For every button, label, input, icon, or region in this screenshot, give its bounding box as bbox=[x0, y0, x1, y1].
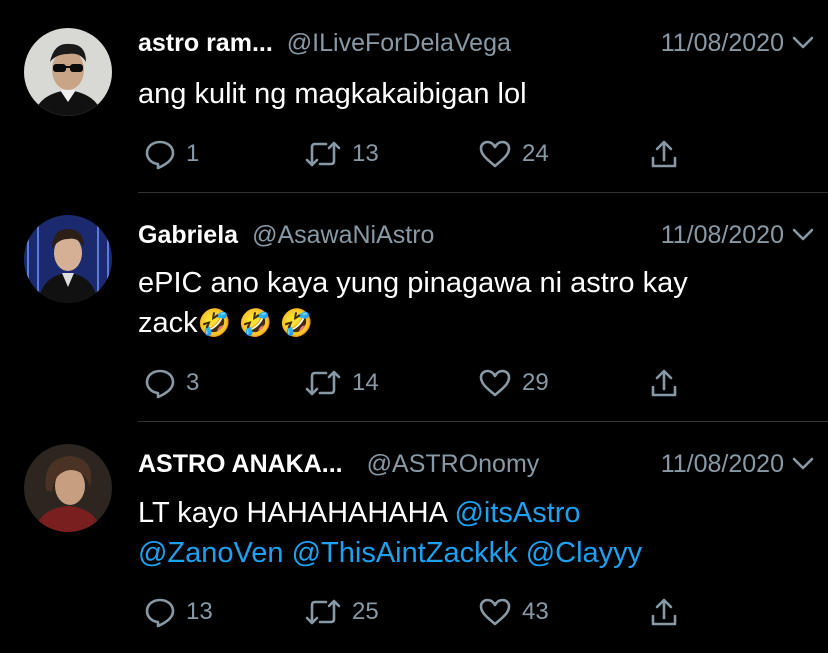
tweet-text-line: zack🤣 🤣 🤣 bbox=[138, 303, 798, 343]
mention-link[interactable]: @Clayyy bbox=[526, 537, 642, 569]
tweet[interactable]: Gabriela @AsawaNiAstro 11/08/2020 ePIC a… bbox=[0, 193, 828, 421]
display-name[interactable]: ASTRO ANAKA... bbox=[138, 450, 343, 479]
retweet-icon bbox=[304, 368, 342, 398]
reply-icon bbox=[144, 367, 176, 399]
reply-button[interactable]: 13 bbox=[144, 592, 213, 632]
tweet-text-line: LT kayo HAHAHAHAHA @itsAstro bbox=[138, 493, 798, 533]
username[interactable]: @ILiveForDelaVega bbox=[287, 29, 511, 58]
chevron-down-icon[interactable] bbox=[792, 457, 814, 471]
tweet-text-words: LT kayo HAHAHAHAHA bbox=[138, 497, 447, 529]
tweet-header: Gabriela @AsawaNiAstro 11/08/2020 bbox=[138, 218, 814, 252]
like-count: 24 bbox=[522, 140, 549, 167]
tweet-text: ang kulit ng magkakaibigan lol bbox=[138, 78, 527, 110]
tweet-text-line: ePIC ano kaya yung pinagawa ni astro kay bbox=[138, 267, 688, 299]
avatar[interactable] bbox=[24, 444, 112, 532]
display-name[interactable]: astro ram... bbox=[138, 29, 273, 58]
username[interactable]: @ASTROnomy bbox=[367, 450, 540, 479]
emoji: 🤣 🤣 🤣 bbox=[197, 308, 314, 338]
reply-count: 13 bbox=[186, 598, 213, 625]
tweet[interactable]: astro ram... @ILiveForDelaVega 11/08/202… bbox=[0, 0, 828, 192]
tweet-text: ePIC ano kaya yung pinagawa ni astro kay… bbox=[138, 263, 798, 343]
chevron-down-icon[interactable] bbox=[792, 36, 814, 50]
share-icon bbox=[650, 367, 678, 399]
share-button[interactable] bbox=[650, 134, 678, 174]
like-count: 43 bbox=[522, 598, 549, 625]
share-button[interactable] bbox=[650, 592, 678, 632]
heart-icon bbox=[478, 368, 512, 398]
timestamp[interactable]: 11/08/2020 bbox=[661, 450, 784, 479]
reply-icon bbox=[144, 596, 176, 628]
action-bar: 13 25 43 bbox=[138, 592, 698, 632]
retweet-button[interactable]: 13 bbox=[304, 134, 379, 174]
share-icon bbox=[650, 596, 678, 628]
reply-icon bbox=[144, 138, 176, 170]
retweet-button[interactable]: 25 bbox=[304, 592, 379, 632]
chevron-down-icon[interactable] bbox=[792, 228, 814, 242]
reply-button[interactable]: 3 bbox=[144, 363, 199, 403]
reply-button[interactable]: 1 bbox=[144, 134, 199, 174]
like-count: 29 bbox=[522, 369, 549, 396]
tweet-header: astro ram... @ILiveForDelaVega 11/08/202… bbox=[138, 26, 814, 60]
retweet-count: 13 bbox=[352, 140, 379, 167]
reply-count: 3 bbox=[186, 369, 200, 396]
reply-count: 1 bbox=[186, 140, 200, 167]
mention-link[interactable]: @ThisAintZackkk bbox=[292, 537, 518, 569]
tweet-text-word: zack bbox=[138, 307, 198, 339]
mention-link[interactable]: @itsAstro bbox=[454, 497, 580, 529]
retweet-count: 14 bbox=[352, 369, 379, 396]
avatar[interactable] bbox=[24, 215, 112, 303]
timestamp[interactable]: 11/08/2020 bbox=[661, 221, 784, 250]
share-icon bbox=[650, 138, 678, 170]
tweet-text: LT kayo HAHAHAHAHA @itsAstro @ZanoVen @T… bbox=[138, 493, 798, 573]
retweet-button[interactable]: 14 bbox=[304, 363, 379, 403]
tweet-header: ASTRO ANAKA... @ASTROnomy 11/08/2020 bbox=[138, 447, 814, 481]
tweet-text-line: @ZanoVen @ThisAintZackkk @Clayyy bbox=[138, 533, 798, 573]
retweet-icon bbox=[304, 139, 342, 169]
heart-icon bbox=[478, 597, 512, 627]
username[interactable]: @AsawaNiAstro bbox=[252, 221, 434, 250]
tweet[interactable]: ASTRO ANAKA... @ASTROnomy 11/08/2020 LT … bbox=[0, 422, 828, 653]
action-bar: 1 13 24 bbox=[138, 134, 698, 174]
like-button[interactable]: 43 bbox=[478, 592, 549, 632]
like-button[interactable]: 29 bbox=[478, 363, 549, 403]
retweet-icon bbox=[304, 597, 342, 627]
retweet-count: 25 bbox=[352, 598, 379, 625]
mention-link[interactable]: @ZanoVen bbox=[138, 537, 284, 569]
display-name[interactable]: Gabriela bbox=[138, 221, 238, 250]
like-button[interactable]: 24 bbox=[478, 134, 549, 174]
avatar[interactable] bbox=[24, 28, 112, 116]
timestamp[interactable]: 11/08/2020 bbox=[661, 29, 784, 58]
heart-icon bbox=[478, 139, 512, 169]
action-bar: 3 14 29 bbox=[138, 363, 698, 403]
share-button[interactable] bbox=[650, 363, 678, 403]
